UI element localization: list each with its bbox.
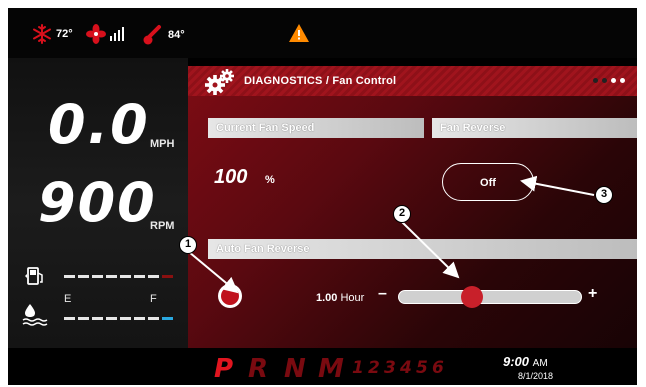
callout-3: 3 — [595, 186, 613, 204]
callout-2: 2 — [393, 205, 411, 223]
callout-1: 1 — [179, 236, 197, 254]
callout-arrows — [188, 175, 595, 294]
